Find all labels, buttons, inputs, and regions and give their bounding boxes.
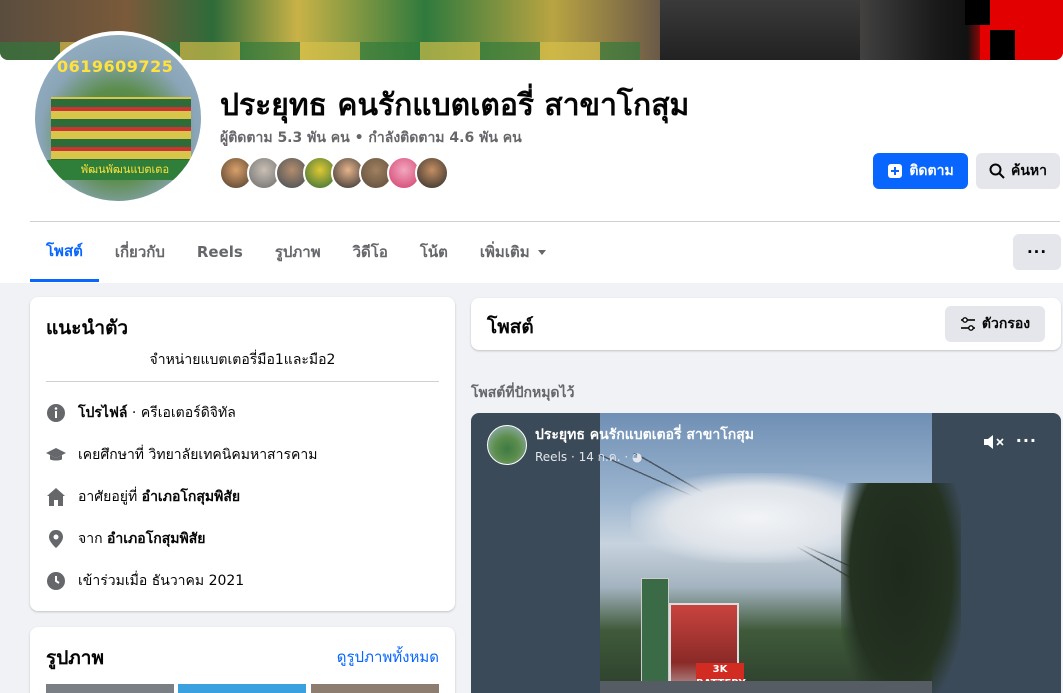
tree — [841, 483, 961, 693]
photo-thumbnail[interactable] — [311, 684, 439, 693]
follow-plus-icon — [888, 164, 903, 178]
follow-button-label: ติดตาม — [909, 163, 954, 179]
location-pin-icon — [46, 529, 66, 549]
profile-avatar[interactable]: 0619609725 พัฒนพัฒนแบตเตอ — [31, 31, 205, 205]
photos-title: รูปภาพ — [46, 647, 104, 669]
intro-title: แนะนำตัว — [46, 317, 129, 339]
graduation-cap-icon — [46, 445, 66, 465]
reel-meta: Reels · 14 ก.ค. · ◕ — [535, 449, 643, 464]
photo-thumbnail[interactable] — [178, 684, 306, 693]
intro-item-text: อาศัยอยู่ที่ อำเภอโกสุมพิสัย — [78, 489, 241, 505]
avatar-shelf — [51, 97, 191, 167]
intro-bio: จำหน่ายแบตเตอรี่มือ1และมือ2 — [149, 352, 336, 368]
home-icon — [46, 487, 66, 507]
cover-black-block — [990, 30, 1015, 60]
reel-author-avatar[interactable] — [487, 425, 527, 465]
tab-label: Reels — [196, 243, 243, 261]
tab-notes[interactable]: โน้ต — [404, 222, 464, 282]
search-button-label: ค้นหา — [1010, 163, 1048, 179]
search-icon — [989, 163, 1005, 179]
friend-avatar[interactable] — [415, 156, 449, 190]
pinned-reel-post[interactable]: 3K BATTERY ประยุทธ คนรักแบตเตอรี่ สาขาโก… — [471, 413, 1061, 693]
follow-button[interactable]: ติดตาม — [873, 153, 968, 189]
intro-item-joined: เข้าร่วมเมื่อ ธันวาคม 2021 — [46, 569, 244, 593]
photo-thumbnail[interactable] — [46, 684, 174, 693]
follower-avatars — [219, 156, 449, 190]
roadside-sign — [641, 578, 669, 688]
followers-count[interactable]: ผู้ติดตาม 5.3 พัน คน • กำลังติดตาม 4.6 พ… — [220, 127, 522, 149]
tab-label: เพิ่มเติม — [479, 243, 530, 261]
tab-reels[interactable]: Reels — [181, 222, 259, 282]
page-title: ประยุทธ คนรักแบตเตอรี่ สาขาโกสุม — [220, 88, 690, 123]
intro-item-text: เคยศึกษาที่ วิทยาลัยเทคนิคมหาสารคาม — [78, 447, 318, 463]
clock-icon — [46, 571, 66, 591]
tab-posts[interactable]: โพสต์ — [30, 222, 99, 282]
photos-card: รูปภาพ ดูรูปภาพทั้งหมด — [30, 627, 455, 693]
search-button[interactable]: ค้นหา — [976, 153, 1060, 189]
tab-label: รูปภาพ — [274, 243, 321, 261]
posts-header-card: โพสต์ ตัวกรอง — [471, 298, 1061, 350]
intro-divider — [46, 381, 439, 382]
mute-icon[interactable] — [983, 433, 1005, 455]
tab-label: เกี่ยวกับ — [114, 243, 165, 261]
pinned-posts-label: โพสต์ที่ปักหมุดไว้ — [471, 385, 575, 401]
tab-photos[interactable]: รูปภาพ — [259, 222, 337, 282]
cover-people — [660, 0, 860, 60]
posts-title: โพสต์ — [487, 316, 534, 338]
intro-item-from: จาก อำเภอโกสุมพิสัย — [46, 527, 205, 551]
cover-black-block — [965, 0, 990, 25]
info-icon — [46, 403, 66, 423]
more-options-button[interactable]: ··· — [1013, 234, 1061, 270]
intro-item-text: โปรไฟล์ · ครีเอเตอร์ดิจิทัล — [78, 405, 236, 421]
reel-author-name[interactable]: ประยุทธ คนรักแบตเตอรี่ สาขาโกสุม — [535, 424, 754, 446]
filter-button[interactable]: ตัวกรอง — [945, 306, 1045, 342]
tab-label: โพสต์ — [46, 241, 83, 260]
more-dots-icon: ··· — [1026, 243, 1048, 261]
intro-card: แนะนำตัว จำหน่ายแบตเตอรี่มือ1และมือ2 โปร… — [30, 297, 455, 611]
road — [600, 681, 932, 693]
filter-button-label: ตัวกรอง — [981, 316, 1031, 332]
tab-label: โน้ต — [419, 243, 448, 261]
avatar-banner-text: พัฒนพัฒนแบตเตอ — [45, 160, 201, 180]
profile-tabs: โพสต์ เกี่ยวกับ Reels รูปภาพ วิดีโอ โน้ต… — [30, 222, 562, 282]
tab-videos[interactable]: วิดีโอ — [337, 222, 404, 282]
tab-about[interactable]: เกี่ยวกับ — [99, 222, 181, 282]
intro-item-profile: โปรไฟล์ · ครีเอเตอร์ดิจิทัล — [46, 401, 236, 425]
see-all-photos-link[interactable]: ดูรูปภาพทั้งหมด — [337, 645, 439, 669]
intro-item-education: เคยศึกษาที่ วิทยาลัยเทคนิคมหาสารคาม — [46, 443, 317, 467]
tab-label: วิดีโอ — [352, 243, 388, 261]
intro-item-lives-in: อาศัยอยู่ที่ อำเภอโกสุมพิสัย — [46, 485, 240, 509]
intro-item-text: เข้าร่วมเมื่อ ธันวาคม 2021 — [78, 573, 245, 589]
avatar-phone-text: 0619609725 — [57, 57, 174, 76]
filter-icon — [960, 317, 975, 331]
post-options-icon[interactable]: ··· — [1016, 431, 1037, 450]
reel-header: ประยุทธ คนรักแบตเตอรี่ สาขาโกสุม Reels ·… — [487, 425, 754, 465]
chevron-down-icon — [537, 249, 546, 255]
tab-more[interactable]: เพิ่มเติม — [464, 222, 562, 282]
intro-item-text: จาก อำเภอโกสุมพิสัย — [78, 531, 206, 547]
profile-header: 0619609725 พัฒนพัฒนแบตเตอ ประยุทธ คนรักแ… — [0, 0, 1063, 283]
